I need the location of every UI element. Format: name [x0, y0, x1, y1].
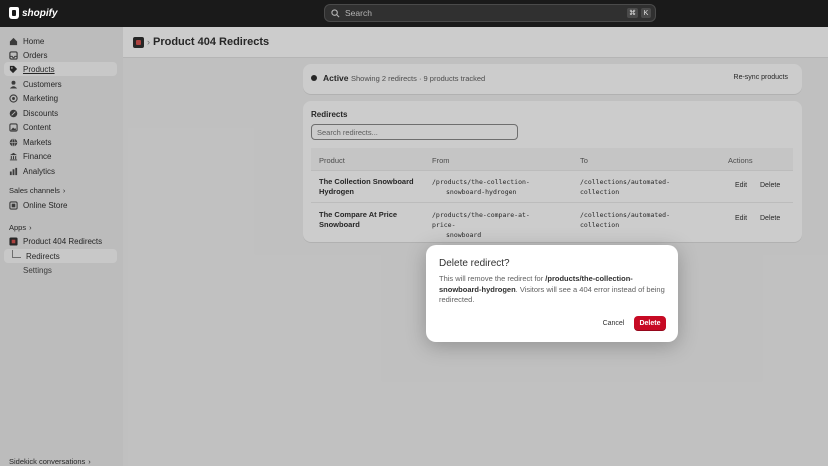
brand-name: shopify [22, 7, 58, 19]
top-bar: shopify Search ⌘ K [0, 0, 828, 27]
global-search[interactable]: Search ⌘ K [324, 4, 656, 22]
shopify-logo[interactable]: shopify [9, 7, 58, 19]
shortcut-key-k: K [641, 8, 651, 18]
delete-redirect-dialog: Delete redirect? This will remove the re… [426, 245, 678, 342]
shortcut-key-cmd: ⌘ [627, 8, 638, 18]
shopify-bag-icon [9, 7, 19, 19]
modal-backdrop[interactable] [0, 27, 828, 466]
dialog-body-prefix: This will remove the redirect for [439, 274, 546, 283]
dialog-body: This will remove the redirect for /produ… [439, 274, 665, 306]
search-icon [331, 8, 340, 17]
confirm-delete-button[interactable]: Delete [634, 316, 666, 331]
dialog-title: Delete redirect? [439, 258, 510, 269]
search-label: Search [345, 8, 372, 18]
cancel-button[interactable]: Cancel [596, 316, 631, 331]
